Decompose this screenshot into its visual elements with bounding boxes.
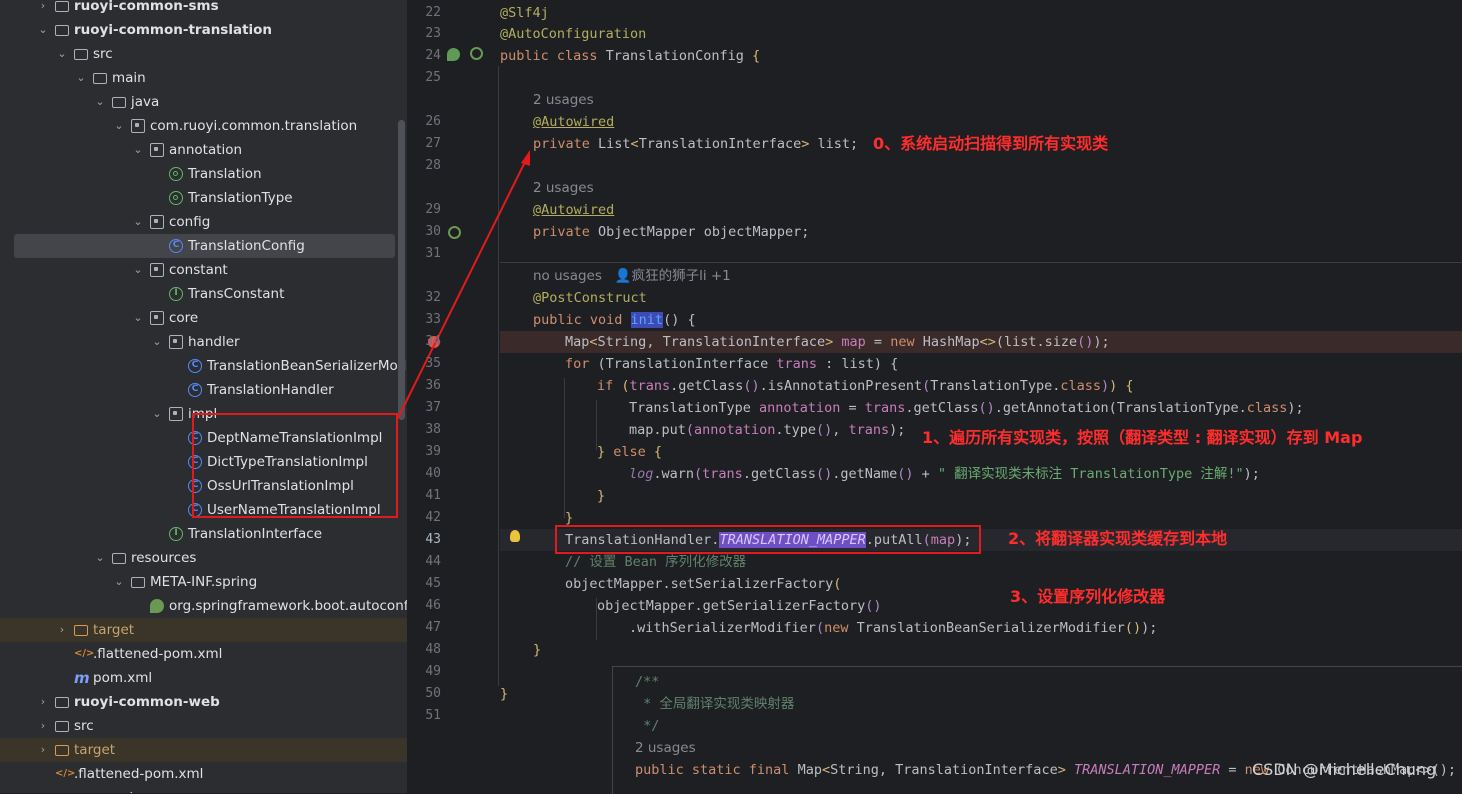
line-number[interactable]: 24 — [407, 45, 441, 67]
line-number[interactable]: 44 — [407, 551, 441, 573]
annotation-arrow — [397, 150, 530, 419]
line-number[interactable]: 37 — [407, 397, 441, 419]
line-number[interactable]: 49 — [407, 661, 441, 683]
line-number[interactable]: 38 — [407, 419, 441, 441]
line-number[interactable]: 30 — [407, 221, 441, 243]
line-number[interactable]: 42 — [407, 507, 441, 529]
watermark: CSDN @MichelleChung — [1252, 760, 1437, 779]
line-number[interactable]: 45 — [407, 573, 441, 595]
annotation-step-3: 3、设置序列化修改器 — [1010, 587, 1166, 606]
line-number[interactable]: 43 — [407, 529, 441, 551]
line-number[interactable]: 31 — [407, 243, 441, 265]
line-number[interactable]: 27 — [407, 133, 441, 155]
line-number[interactable]: 29 — [407, 199, 441, 221]
line-number[interactable]: 40 — [407, 463, 441, 485]
annotation-step-2: 2、将翻译器实现类缓存到本地 — [1008, 529, 1228, 548]
line-number[interactable]: 22 — [407, 2, 441, 24]
line-number[interactable]: 50 — [407, 683, 441, 705]
line-number[interactable]: 28 — [407, 155, 441, 177]
line-number[interactable]: 25 — [407, 67, 441, 89]
line-number[interactable]: 36 — [407, 375, 441, 397]
line-number[interactable]: 33 — [407, 309, 441, 331]
line-number[interactable]: 41 — [407, 485, 441, 507]
line-number[interactable]: 48 — [407, 639, 441, 661]
annotation-step-0: 0、系统启动扫描得到所有实现类 — [873, 134, 1109, 153]
line-number[interactable]: 35 — [407, 353, 441, 375]
line-number[interactable]: 39 — [407, 441, 441, 463]
line-number[interactable]: 47 — [407, 617, 441, 639]
line-number[interactable]: 26 — [407, 111, 441, 133]
annotation-step-1: 1、遍历所有实现类，按照（翻译类型 : 翻译实现）存到 Map — [922, 428, 1363, 447]
line-number[interactable]: 46 — [407, 595, 441, 617]
line-number[interactable]: 32 — [407, 287, 441, 309]
line-number[interactable]: 23 — [407, 23, 441, 45]
line-number[interactable]: 34 — [407, 331, 441, 353]
line-number[interactable]: 51 — [407, 705, 441, 727]
